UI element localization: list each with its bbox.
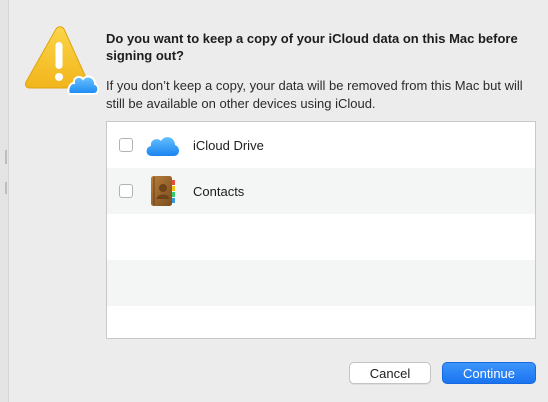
signout-dialog: Do you want to keep a copy of your iClou… <box>0 0 548 402</box>
icloud-data-list: iCloud Drive Contacts <box>106 121 536 339</box>
warning-icon <box>24 26 100 96</box>
list-item-contacts[interactable]: Contacts <box>107 168 535 214</box>
list-row-empty <box>107 260 535 306</box>
list-row-empty <box>107 306 535 338</box>
cancel-button[interactable]: Cancel <box>349 362 431 384</box>
window-edge <box>0 0 9 402</box>
list-item-label: Contacts <box>193 183 245 199</box>
contacts-checkbox[interactable] <box>119 184 133 198</box>
edge-mark <box>5 182 7 194</box>
edge-mark <box>5 150 7 164</box>
icloud-drive-icon <box>145 133 181 157</box>
contacts-icon <box>145 175 181 207</box>
list-row-empty <box>107 214 535 260</box>
list-item-icloud-drive[interactable]: iCloud Drive <box>107 122 535 168</box>
list-item-label: iCloud Drive <box>193 137 264 153</box>
dialog-title: Do you want to keep a copy of your iClou… <box>106 31 518 63</box>
icloud-drive-checkbox[interactable] <box>119 138 133 152</box>
dialog-message: If you don’t keep a copy, your data will… <box>106 78 523 111</box>
continue-button[interactable]: Continue <box>442 362 536 384</box>
